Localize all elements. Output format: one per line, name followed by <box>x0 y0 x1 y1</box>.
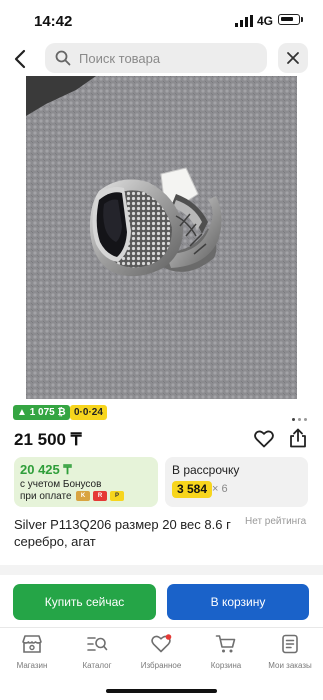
payment-logo-icon: R <box>93 491 107 501</box>
status-time: 14:42 <box>34 13 73 30</box>
heart-icon[interactable] <box>254 430 274 448</box>
pager-dot-active <box>292 418 295 421</box>
status-bar: 14:42 4G <box>0 0 323 42</box>
payment-logo-icon: P <box>110 491 124 501</box>
tab-favorites[interactable]: Избранное <box>129 634 193 670</box>
bonus-price: 20 425 ₸ <box>20 462 72 477</box>
notification-dot <box>165 634 172 640</box>
product-price: 21 500 ₸ <box>14 430 82 449</box>
signal-icon <box>235 15 253 27</box>
network-type: 4G <box>257 14 274 28</box>
cart-icon <box>215 635 236 653</box>
tab-label: Каталог <box>82 661 112 670</box>
rating-label[interactable]: Нет рейтинга <box>245 516 306 527</box>
heart-icon <box>151 634 172 653</box>
installment-card[interactable]: В рассрочку 3 584 × 6 <box>165 457 308 507</box>
close-icon <box>287 52 299 64</box>
pager-dot <box>304 418 307 421</box>
store-icon <box>22 635 42 653</box>
bonus-price-card[interactable]: 20 425 ₸ с учетом Бонусов при оплате K R… <box>14 457 158 507</box>
tab-label: Избранное <box>140 661 182 670</box>
tab-label: Корзина <box>210 661 242 670</box>
installment-monthly: 3 584 <box>172 481 213 498</box>
pager-dot <box>298 418 301 421</box>
section-divider <box>0 565 323 575</box>
catalog-search-icon <box>87 637 108 651</box>
bonus-caption-2: при оплате <box>20 491 72 502</box>
search-field[interactable] <box>45 43 267 73</box>
orders-icon <box>282 634 298 654</box>
tab-catalog[interactable]: Каталог <box>65 634 129 670</box>
installment-multiplier: × 6 <box>212 483 228 495</box>
share-icon[interactable] <box>289 428 307 448</box>
tab-label: Магазин <box>16 661 48 670</box>
tab-orders[interactable]: Мои заказы <box>258 634 322 670</box>
tab-label: Мои заказы <box>268 661 312 670</box>
chevron-left-icon[interactable] <box>10 48 32 70</box>
home-indicator <box>106 689 217 693</box>
gallery-pager <box>289 408 307 426</box>
search-input[interactable] <box>79 48 259 68</box>
product-title: Silver P113Q206 размер 20 вес 8.6 г сере… <box>14 517 231 549</box>
installment-title: В рассрочку <box>172 463 240 477</box>
installment-badge: 0·0·24 <box>70 405 107 420</box>
cashback-badge: ▲ 1 075 ₿ <box>13 405 70 420</box>
tab-store[interactable]: Магазин <box>0 634 64 670</box>
magnifier-icon <box>55 50 71 66</box>
buy-now-button[interactable]: Купить сейчас <box>13 584 156 620</box>
tab-cart[interactable]: Корзина <box>194 634 258 670</box>
close-button[interactable] <box>278 43 308 73</box>
fire-icon: ▲ <box>17 407 30 418</box>
ring-photo <box>26 76 297 399</box>
search-header <box>0 40 323 80</box>
payment-logo-icon: K <box>76 491 90 501</box>
battery-icon <box>278 14 300 25</box>
bonus-caption: с учетом Бонусов <box>20 479 102 490</box>
product-image[interactable] <box>26 76 297 399</box>
add-to-cart-button[interactable]: В корзину <box>167 584 309 620</box>
